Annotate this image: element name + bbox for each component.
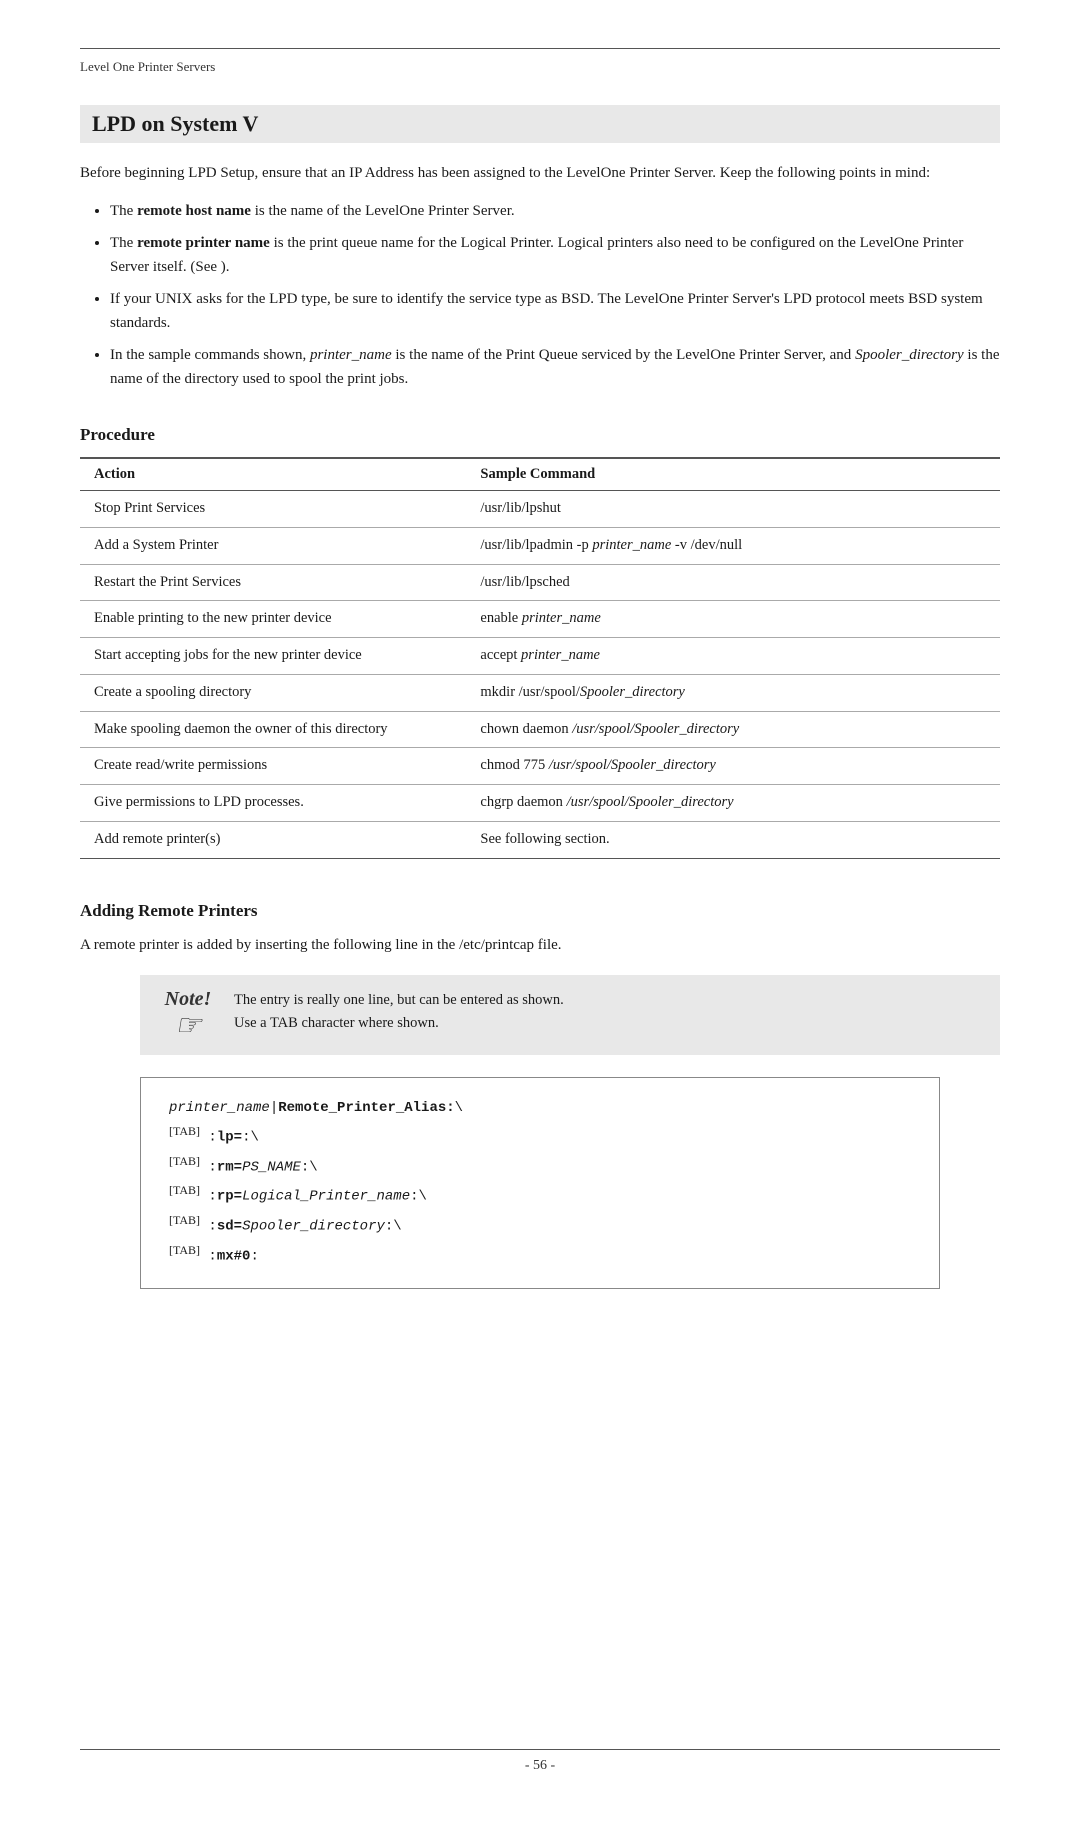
note-text: The entry is really one line, but can be… — [234, 989, 564, 1035]
action-cell: Enable printing to the new printer devic… — [80, 601, 466, 638]
code-italic: Logical_Printer_name — [242, 1189, 410, 1205]
note-icon: Note! ☞ — [158, 989, 218, 1041]
table-row: Make spooling daemon the owner of this d… — [80, 711, 1000, 748]
code-line-2: [TAB] :lp=:\ — [169, 1121, 911, 1151]
code-italic: printer_name — [169, 1100, 270, 1116]
bullet-1: The remote host name is the name of the … — [110, 199, 1000, 223]
bullet-4: In the sample commands shown, printer_na… — [110, 343, 1000, 391]
command-cell: /usr/lib/lpadmin -p printer_name -v /dev… — [466, 527, 1000, 564]
note-box: Note! ☞ The entry is really one line, bu… — [140, 975, 1000, 1055]
italic-printer: printer_name — [592, 537, 671, 553]
bullet-3: If your UNIX asks for the LPD type, be s… — [110, 287, 1000, 335]
table-row: Add remote printer(s) See following sect… — [80, 821, 1000, 858]
action-cell: Create a spooling directory — [80, 674, 466, 711]
action-cell: Create read/write permissions — [80, 748, 466, 785]
header-label: Level One Printer Servers — [80, 59, 1000, 75]
italic-spooler: /usr/spool/Spooler_directory — [549, 757, 716, 773]
code-line-3: [TAB] :rm=PS_NAME:\ — [169, 1151, 911, 1181]
tab-label: [TAB] — [169, 1213, 200, 1227]
table-row: Add a System Printer /usr/lib/lpadmin -p… — [80, 527, 1000, 564]
table-row: Create a spooling directory mkdir /usr/s… — [80, 674, 1000, 711]
code-bold: sd= — [217, 1219, 242, 1235]
top-rule — [80, 48, 1000, 49]
italic-spooler: /usr/spool/Spooler_directory — [567, 794, 734, 810]
hand-icon: ☞ — [158, 1011, 218, 1041]
code-bold: Remote_Printer_Alias: — [278, 1100, 454, 1116]
footer-page-number: - 56 - — [80, 1758, 1000, 1774]
command-cell: chgrp daemon /usr/spool/Spooler_director… — [466, 785, 1000, 822]
note-label: Note! — [158, 989, 218, 1009]
table-row: Restart the Print Services /usr/lib/lpsc… — [80, 564, 1000, 601]
bullet-2: The remote printer name is the print que… — [110, 231, 1000, 279]
italic-spooler-dir: Spooler_directory — [855, 347, 964, 363]
command-cell: See following section. — [466, 821, 1000, 858]
procedure-title: Procedure — [80, 425, 1000, 445]
action-cell: Make spooling daemon the owner of this d… — [80, 711, 466, 748]
code-line-5: [TAB] :sd=Spooler_directory:\ — [169, 1210, 911, 1240]
command-cell: enable printer_name — [466, 601, 1000, 638]
code-italic: PS_NAME — [242, 1159, 301, 1175]
page: Level One Printer Servers LPD on System … — [0, 0, 1080, 1822]
bold-remote-printer: remote printer name — [137, 235, 270, 251]
table-row: Give permissions to LPD processes. chgrp… — [80, 785, 1000, 822]
code-bold: lp= — [217, 1129, 242, 1145]
command-cell: accept printer_name — [466, 638, 1000, 675]
section-title: LPD on System V — [80, 105, 1000, 143]
action-cell: Add remote printer(s) — [80, 821, 466, 858]
table-row: Stop Print Services /usr/lib/lpshut — [80, 491, 1000, 528]
action-cell: Stop Print Services — [80, 491, 466, 528]
action-cell: Start accepting jobs for the new printer… — [80, 638, 466, 675]
tab-label: [TAB] — [169, 1243, 200, 1257]
procedure-table: Action Sample Command Stop Print Service… — [80, 457, 1000, 859]
italic-spooler: Spooler_directory — [580, 684, 685, 700]
code-box: printer_name|Remote_Printer_Alias:\ [TAB… — [140, 1077, 940, 1289]
intro-text: Before beginning LPD Setup, ensure that … — [80, 161, 1000, 185]
action-cell: Give permissions to LPD processes. — [80, 785, 466, 822]
bullet-list: The remote host name is the name of the … — [80, 199, 1000, 399]
italic-printer: printer_name — [522, 610, 601, 626]
table-header-row: Action Sample Command — [80, 458, 1000, 491]
code-italic: Spooler_directory — [242, 1219, 385, 1235]
command-cell: chown daemon /usr/spool/Spooler_director… — [466, 711, 1000, 748]
table-row: Create read/write permissions chmod 775 … — [80, 748, 1000, 785]
adding-remote-intro: A remote printer is added by inserting t… — [80, 933, 1000, 957]
adding-remote-section: Adding Remote Printers A remote printer … — [80, 891, 1000, 1313]
command-cell: /usr/lib/lpshut — [466, 491, 1000, 528]
italic-printer: printer_name — [521, 647, 600, 663]
italic-printer-name: printer_name — [310, 347, 392, 363]
bold-remote-host: remote host name — [137, 203, 251, 219]
italic-spooler: /usr/spool/Spooler_directory — [572, 721, 739, 737]
bottom-rule — [80, 1749, 1000, 1750]
code-line-6: [TAB] :mx#0: — [169, 1240, 911, 1270]
code-line-4: [TAB] :rp=Logical_Printer_name:\ — [169, 1180, 911, 1210]
command-cell: mkdir /usr/spool/Spooler_directory — [466, 674, 1000, 711]
code-bold: rm= — [217, 1159, 242, 1175]
action-cell: Add a System Printer — [80, 527, 466, 564]
tab-label: [TAB] — [169, 1124, 200, 1138]
table-row: Enable printing to the new printer devic… — [80, 601, 1000, 638]
col-header-command: Sample Command — [466, 458, 1000, 491]
tab-label: [TAB] — [169, 1183, 200, 1197]
adding-remote-title: Adding Remote Printers — [80, 901, 1000, 921]
code-line-1: printer_name|Remote_Printer_Alias:\ — [169, 1096, 911, 1121]
command-cell: chmod 775 /usr/spool/Spooler_directory — [466, 748, 1000, 785]
code-bold: rp= — [217, 1189, 242, 1205]
table-row: Start accepting jobs for the new printer… — [80, 638, 1000, 675]
col-header-action: Action — [80, 458, 466, 491]
code-bold: mx#0 — [217, 1249, 251, 1265]
tab-label: [TAB] — [169, 1154, 200, 1168]
action-cell: Restart the Print Services — [80, 564, 466, 601]
command-cell: /usr/lib/lpsched — [466, 564, 1000, 601]
